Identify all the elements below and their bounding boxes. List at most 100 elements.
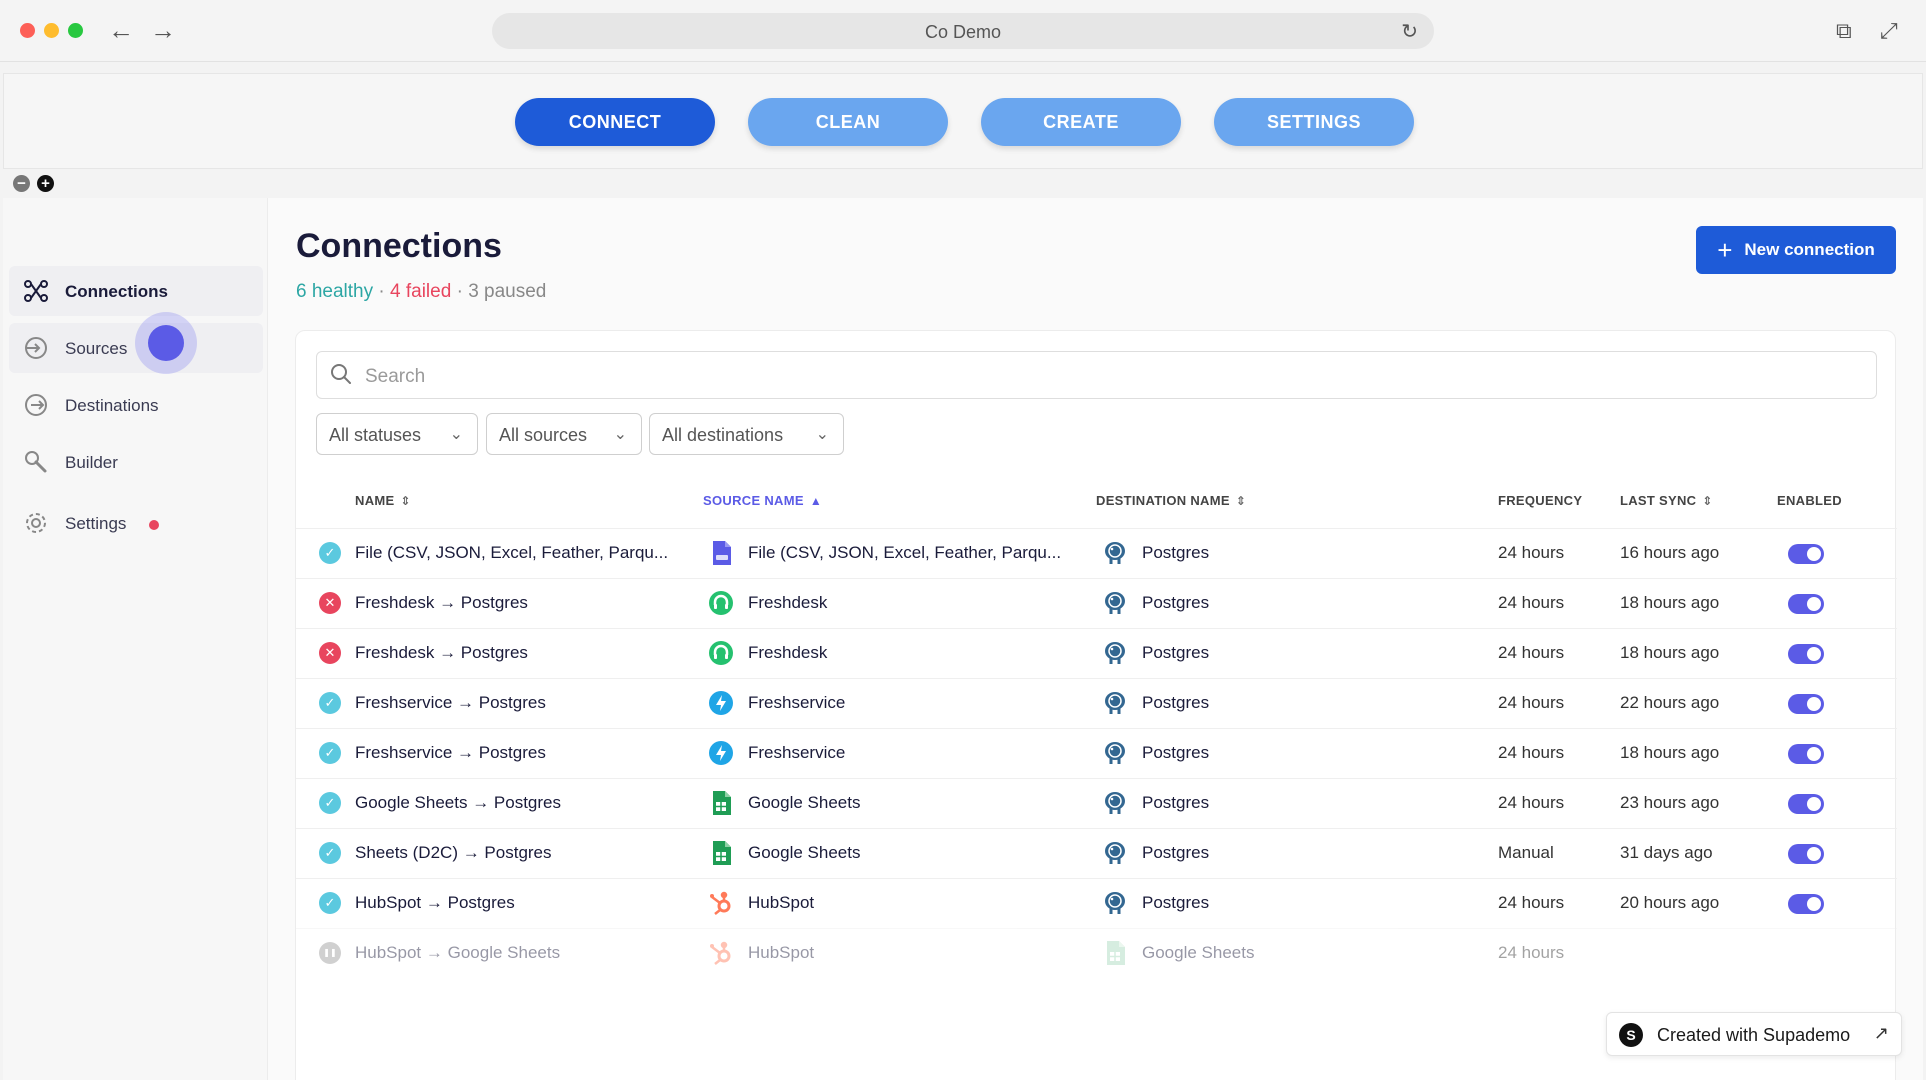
- column-header-source[interactable]: SOURCE NAME ▲: [703, 493, 822, 508]
- table-row[interactable]: ✓ Google Sheets → Postgres Google Sheets Po…: [296, 778, 1897, 828]
- summary-separator: ·: [373, 281, 391, 302]
- google-sheets-icon: [707, 839, 735, 867]
- source-name: File (CSV, JSON, Excel, Feather, Parqu..…: [748, 543, 1062, 562]
- frequency: Manual: [1498, 843, 1554, 862]
- failed-count: 4 failed: [390, 281, 452, 302]
- enabled-toggle[interactable]: [1788, 794, 1824, 814]
- last-sync: 18 hours ago: [1620, 593, 1720, 612]
- step-settings-button[interactable]: SETTINGS: [1214, 98, 1414, 146]
- destination-filter-dropdown[interactable]: All destinations ⌄: [649, 413, 844, 455]
- destinations-icon: [23, 392, 49, 418]
- search-placeholder: Search: [365, 366, 426, 387]
- source-filter-dropdown[interactable]: All sources ⌄: [486, 413, 642, 455]
- plus-icon: +: [1717, 234, 1733, 265]
- table-row[interactable]: ✕ Freshdesk → Postgres Freshdesk Postgres 24…: [296, 628, 1897, 678]
- step-connect-button[interactable]: CONNECT: [515, 98, 715, 146]
- sidebar-item-settings[interactable]: Settings: [9, 498, 263, 548]
- table-row[interactable]: ❚❚ HubSpot → Google Sheets HubSpot Google S…: [296, 928, 1897, 978]
- column-header-last-sync[interactable]: LAST SYNC ⇕: [1620, 493, 1713, 508]
- postgres-icon: [1101, 539, 1129, 567]
- healthy-status-icon: ✓: [319, 542, 341, 564]
- zoom-in-icon[interactable]: +: [37, 175, 54, 192]
- search-icon: [331, 364, 351, 384]
- destination-name: Postgres: [1142, 693, 1210, 712]
- enabled-toggle[interactable]: [1788, 844, 1824, 864]
- enabled-toggle[interactable]: [1788, 544, 1824, 564]
- new-connection-label: New connection: [1744, 239, 1875, 259]
- postgres-icon: [1101, 739, 1129, 767]
- step-create-button[interactable]: CREATE: [981, 98, 1181, 146]
- column-header-enabled: ENABLED: [1777, 493, 1842, 508]
- page-title: Connections: [296, 227, 502, 265]
- table-row[interactable]: ✕ Freshdesk → Postgres Freshdesk Postgres 24…: [296, 578, 1897, 628]
- open-external-icon[interactable]: ⧉: [1836, 18, 1852, 44]
- healthy-status-icon: ✓: [319, 842, 341, 864]
- builder-icon: [23, 449, 49, 475]
- search-input[interactable]: Search: [316, 351, 1877, 399]
- sidebar-item-destinations[interactable]: Destinations: [9, 380, 263, 430]
- healthy-status-icon: ✓: [319, 892, 341, 914]
- status-filter-dropdown[interactable]: All statuses ⌄: [316, 413, 478, 455]
- enabled-toggle[interactable]: [1788, 744, 1824, 764]
- column-header-name[interactable]: NAME ⇕: [355, 493, 411, 508]
- new-connection-button[interactable]: + New connection: [1696, 226, 1896, 274]
- destination-name: Postgres: [1142, 543, 1210, 562]
- close-window-button[interactable]: [20, 23, 35, 38]
- sidebar-item-connections[interactable]: Connections: [9, 266, 263, 316]
- failed-status-icon: ✕: [319, 592, 341, 614]
- chevron-down-icon: ⌄: [815, 426, 829, 443]
- paused-status-icon: ❚❚: [319, 942, 341, 964]
- summary-separator: ·: [451, 281, 469, 302]
- table-row[interactable]: ✓ Freshservice → Postgres Freshservice Post…: [296, 728, 1897, 778]
- column-header-frequency: FREQUENCY: [1498, 493, 1582, 508]
- address-bar[interactable]: Co Demo ↻: [492, 13, 1434, 49]
- column-header-destination[interactable]: DESTINATION NAME ⇕: [1096, 493, 1246, 508]
- enabled-toggle[interactable]: [1788, 644, 1824, 664]
- gear-icon: [23, 510, 49, 536]
- destination-name: Postgres: [1142, 843, 1210, 862]
- supademo-badge[interactable]: S Created with Supademo ↗: [1606, 1012, 1902, 1056]
- connection-name: File (CSV, JSON, Excel, Feather, Parqu..…: [355, 543, 669, 562]
- back-arrow-icon[interactable]: ←: [108, 16, 134, 44]
- healthy-count: 6 healthy: [296, 281, 374, 302]
- filter-label: All destinations: [662, 425, 784, 445]
- last-sync: 20 hours ago: [1620, 893, 1720, 912]
- file-icon: [707, 539, 735, 567]
- enabled-toggle[interactable]: [1788, 594, 1824, 614]
- step-clean-button[interactable]: CLEAN: [748, 98, 948, 146]
- last-sync: 18 hours ago: [1620, 643, 1720, 662]
- chevron-down-icon: ⌄: [449, 426, 463, 443]
- sidebar-item-builder[interactable]: Builder: [9, 437, 263, 487]
- last-sync: 18 hours ago: [1620, 743, 1720, 762]
- column-header-label: LAST SYNC: [1620, 493, 1697, 508]
- supademo-logo: S: [1619, 1023, 1643, 1047]
- connection-name: Freshservice → Postgres: [355, 693, 546, 712]
- minimize-window-button[interactable]: [44, 23, 59, 38]
- fullscreen-icon[interactable]: ⤢: [1880, 18, 1898, 44]
- maximize-window-button[interactable]: [68, 23, 83, 38]
- destination-name: Postgres: [1142, 743, 1210, 762]
- google-sheets-icon: [707, 789, 735, 817]
- table-row[interactable]: ✓ Sheets (D2C) → Postgres Google Sheets Pos…: [296, 828, 1897, 878]
- enabled-toggle[interactable]: [1788, 694, 1824, 714]
- source-name: Freshservice: [748, 743, 846, 762]
- hubspot-icon: [707, 889, 735, 917]
- zoom-out-icon[interactable]: −: [13, 175, 30, 192]
- connections-icon: [23, 278, 49, 304]
- cursor-highlight: [135, 312, 197, 374]
- sidebar-item-label: Builder: [65, 453, 118, 472]
- filter-label: All statuses: [329, 425, 422, 445]
- enabled-toggle[interactable]: [1788, 894, 1824, 914]
- reload-icon[interactable]: ↻: [1401, 19, 1418, 44]
- forward-arrow-icon[interactable]: →: [150, 16, 176, 44]
- connection-summary: 6 healthy · 4 failed · 3 paused: [296, 281, 546, 303]
- table-row[interactable]: ✓ File (CSV, JSON, Excel, Feather, Parqu.…: [296, 528, 1897, 578]
- chevron-down-icon: ⌄: [613, 426, 627, 443]
- frequency: 24 hours: [1498, 893, 1565, 912]
- sources-icon: [23, 335, 49, 361]
- sidebar-item-label: Connections: [65, 282, 168, 301]
- filter-label: All sources: [499, 425, 588, 445]
- table-row[interactable]: ✓ Freshservice → Postgres Freshservice Post…: [296, 678, 1897, 728]
- table-row[interactable]: ✓ HubSpot → Postgres HubSpot Postgres 24 hou…: [296, 878, 1897, 928]
- frequency: 24 hours: [1498, 643, 1565, 662]
